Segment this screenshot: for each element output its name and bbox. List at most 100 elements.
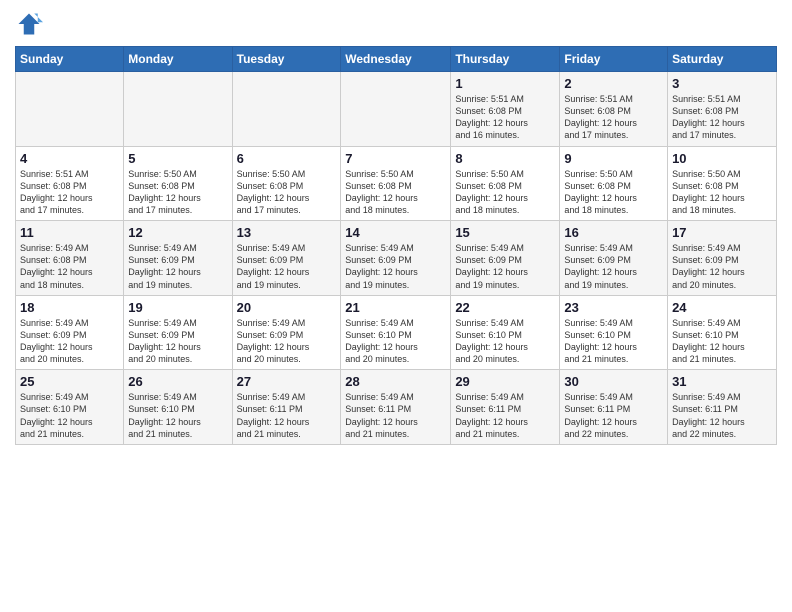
- calendar-week-row: 25 Sunrise: 5:49 AM Sunset: 6:10 PM Dayli…: [16, 370, 777, 445]
- day-number: 27: [237, 374, 337, 389]
- day-info: Sunrise: 5:49 AM Sunset: 6:09 PM Dayligh…: [20, 317, 119, 366]
- calendar-day-cell: 1Sunrise: 5:51 AM Sunset: 6:08 PM Daylig…: [451, 72, 560, 147]
- logo: [15, 10, 47, 38]
- calendar-day-cell: 30Sunrise: 5:49 AM Sunset: 6:11 PM Dayli…: [560, 370, 668, 445]
- calendar-day-cell: 20 Sunrise: 5:49 AM Sunset: 6:09 PM Dayli…: [232, 295, 341, 370]
- day-number: 31: [672, 374, 772, 389]
- day-info: Sunrise: 5:50 AM Sunset: 6:08 PM Dayligh…: [237, 168, 337, 217]
- calendar-day-cell: 21 Sunrise: 5:49 AM Sunset: 6:10 PM Dayli…: [341, 295, 451, 370]
- day-number: 22: [455, 300, 555, 315]
- day-number: 4: [20, 151, 119, 166]
- calendar-header-cell: Tuesday: [232, 47, 341, 72]
- day-number: 20: [237, 300, 337, 315]
- day-number: 25: [20, 374, 119, 389]
- day-number: 1: [455, 76, 555, 91]
- calendar-day-cell: 6 Sunrise: 5:50 AM Sunset: 6:08 PM Daylig…: [232, 146, 341, 221]
- day-info: Sunrise: 5:49 AM Sunset: 6:11 PM Dayligh…: [455, 391, 555, 440]
- logo-icon: [15, 10, 43, 38]
- calendar-day-cell: 23 Sunrise: 5:49 AM Sunset: 6:10 PM Dayli…: [560, 295, 668, 370]
- day-number: 24: [672, 300, 772, 315]
- day-number: 19: [128, 300, 227, 315]
- calendar-header-cell: Monday: [124, 47, 232, 72]
- day-number: 29: [455, 374, 555, 389]
- day-info: Sunrise: 5:49 AM Sunset: 6:10 PM Dayligh…: [564, 317, 663, 366]
- day-info: Sunrise: 5:49 AM Sunset: 6:10 PM Dayligh…: [672, 317, 772, 366]
- calendar-day-cell: [341, 72, 451, 147]
- page-header: [15, 10, 777, 38]
- day-number: 6: [237, 151, 337, 166]
- day-info: Sunrise: 5:50 AM Sunset: 6:08 PM Dayligh…: [128, 168, 227, 217]
- calendar-header-cell: Thursday: [451, 47, 560, 72]
- calendar-day-cell: 8 Sunrise: 5:50 AM Sunset: 6:08 PM Daylig…: [451, 146, 560, 221]
- day-info: Sunrise: 5:49 AM Sunset: 6:11 PM Dayligh…: [672, 391, 772, 440]
- day-number: 9: [564, 151, 663, 166]
- day-info: Sunrise: 5:49 AM Sunset: 6:10 PM Dayligh…: [128, 391, 227, 440]
- day-number: 28: [345, 374, 446, 389]
- day-info: Sunrise: 5:50 AM Sunset: 6:08 PM Dayligh…: [564, 168, 663, 217]
- day-number: 15: [455, 225, 555, 240]
- calendar-day-cell: 5 Sunrise: 5:50 AM Sunset: 6:08 PM Daylig…: [124, 146, 232, 221]
- calendar-day-cell: 4 Sunrise: 5:51 AM Sunset: 6:08 PM Daylig…: [16, 146, 124, 221]
- calendar-header-row: SundayMondayTuesdayWednesdayThursdayFrid…: [16, 47, 777, 72]
- day-number: 11: [20, 225, 119, 240]
- calendar-day-cell: 27 Sunrise: 5:49 AM Sunset: 6:11 PM Dayli…: [232, 370, 341, 445]
- day-info: Sunrise: 5:49 AM Sunset: 6:11 PM Dayligh…: [564, 391, 663, 440]
- day-number: 16: [564, 225, 663, 240]
- calendar-day-cell: 31 Sunrise: 5:49 AM Sunset: 6:11 PM Dayli…: [668, 370, 777, 445]
- calendar-day-cell: 26 Sunrise: 5:49 AM Sunset: 6:10 PM Dayli…: [124, 370, 232, 445]
- day-info: Sunrise: 5:49 AM Sunset: 6:09 PM Dayligh…: [672, 242, 772, 291]
- day-info: Sunrise: 5:49 AM Sunset: 6:10 PM Dayligh…: [20, 391, 119, 440]
- calendar-week-row: 18Sunrise: 5:49 AM Sunset: 6:09 PM Dayli…: [16, 295, 777, 370]
- day-info: Sunrise: 5:51 AM Sunset: 6:08 PM Dayligh…: [672, 93, 772, 142]
- day-number: 3: [672, 76, 772, 91]
- calendar-day-cell: 9 Sunrise: 5:50 AM Sunset: 6:08 PM Daylig…: [560, 146, 668, 221]
- calendar-day-cell: 28Sunrise: 5:49 AM Sunset: 6:11 PM Dayli…: [341, 370, 451, 445]
- day-number: 5: [128, 151, 227, 166]
- calendar-day-cell: 11 Sunrise: 5:49 AM Sunset: 6:08 PM Dayli…: [16, 221, 124, 296]
- day-info: Sunrise: 5:49 AM Sunset: 6:09 PM Dayligh…: [455, 242, 555, 291]
- calendar-day-cell: 29 Sunrise: 5:49 AM Sunset: 6:11 PM Dayli…: [451, 370, 560, 445]
- calendar-day-cell: 14 Sunrise: 5:49 AM Sunset: 6:09 PM Dayli…: [341, 221, 451, 296]
- day-info: Sunrise: 5:49 AM Sunset: 6:09 PM Dayligh…: [128, 317, 227, 366]
- day-number: 7: [345, 151, 446, 166]
- calendar-header-cell: Saturday: [668, 47, 777, 72]
- calendar-body: 1 Sunrise: 5:51 AM Sunset: 6:08 PM Daylig…: [16, 72, 777, 445]
- calendar-day-cell: 16 Sunrise: 5:49 AM Sunset: 6:09 PM Dayli…: [560, 221, 668, 296]
- calendar-day-cell: 22 Sunrise: 5:49 AM Sunset: 6:10 PM Dayli…: [451, 295, 560, 370]
- day-info: Sunrise: 5:49 AM Sunset: 6:08 PM Dayligh…: [20, 242, 119, 291]
- calendar-day-cell: 3 Sunrise: 5:51 AM Sunset: 6:08 PM Daylig…: [668, 72, 777, 147]
- day-info: Sunrise: 5:51 AM Sunset: 6:08 PM Dayligh…: [20, 168, 119, 217]
- day-info: Sunrise: 5:49 AM Sunset: 6:09 PM Dayligh…: [345, 242, 446, 291]
- calendar-day-cell: 24 Sunrise: 5:49 AM Sunset: 6:10 PM Dayli…: [668, 295, 777, 370]
- day-info: Sunrise: 5:49 AM Sunset: 6:09 PM Dayligh…: [237, 317, 337, 366]
- calendar-header-cell: Sunday: [16, 47, 124, 72]
- day-number: 21: [345, 300, 446, 315]
- calendar-day-cell: 15 Sunrise: 5:49 AM Sunset: 6:09 PM Dayli…: [451, 221, 560, 296]
- calendar-week-row: 4 Sunrise: 5:51 AM Sunset: 6:08 PM Daylig…: [16, 146, 777, 221]
- day-number: 13: [237, 225, 337, 240]
- calendar-header-cell: Wednesday: [341, 47, 451, 72]
- day-number: 12: [128, 225, 227, 240]
- day-info: Sunrise: 5:51 AM Sunset: 6:08 PM Dayligh…: [564, 93, 663, 142]
- day-number: 14: [345, 225, 446, 240]
- calendar-week-row: 1 Sunrise: 5:51 AM Sunset: 6:08 PM Daylig…: [16, 72, 777, 147]
- calendar-day-cell: [16, 72, 124, 147]
- day-info: Sunrise: 5:49 AM Sunset: 6:09 PM Dayligh…: [564, 242, 663, 291]
- calendar-day-cell: 13Sunrise: 5:49 AM Sunset: 6:09 PM Dayli…: [232, 221, 341, 296]
- calendar-day-cell: [124, 72, 232, 147]
- day-number: 8: [455, 151, 555, 166]
- day-info: Sunrise: 5:49 AM Sunset: 6:10 PM Dayligh…: [455, 317, 555, 366]
- calendar-day-cell: 25 Sunrise: 5:49 AM Sunset: 6:10 PM Dayli…: [16, 370, 124, 445]
- day-info: Sunrise: 5:49 AM Sunset: 6:10 PM Dayligh…: [345, 317, 446, 366]
- calendar-day-cell: 10 Sunrise: 5:50 AM Sunset: 6:08 PM Dayli…: [668, 146, 777, 221]
- day-info: Sunrise: 5:49 AM Sunset: 6:11 PM Dayligh…: [237, 391, 337, 440]
- day-info: Sunrise: 5:50 AM Sunset: 6:08 PM Dayligh…: [455, 168, 555, 217]
- day-number: 2: [564, 76, 663, 91]
- day-number: 23: [564, 300, 663, 315]
- calendar-day-cell: 19 Sunrise: 5:49 AM Sunset: 6:09 PM Dayli…: [124, 295, 232, 370]
- calendar-day-cell: 17Sunrise: 5:49 AM Sunset: 6:09 PM Dayli…: [668, 221, 777, 296]
- calendar-day-cell: 2 Sunrise: 5:51 AM Sunset: 6:08 PM Daylig…: [560, 72, 668, 147]
- day-info: Sunrise: 5:50 AM Sunset: 6:08 PM Dayligh…: [672, 168, 772, 217]
- day-number: 10: [672, 151, 772, 166]
- day-number: 26: [128, 374, 227, 389]
